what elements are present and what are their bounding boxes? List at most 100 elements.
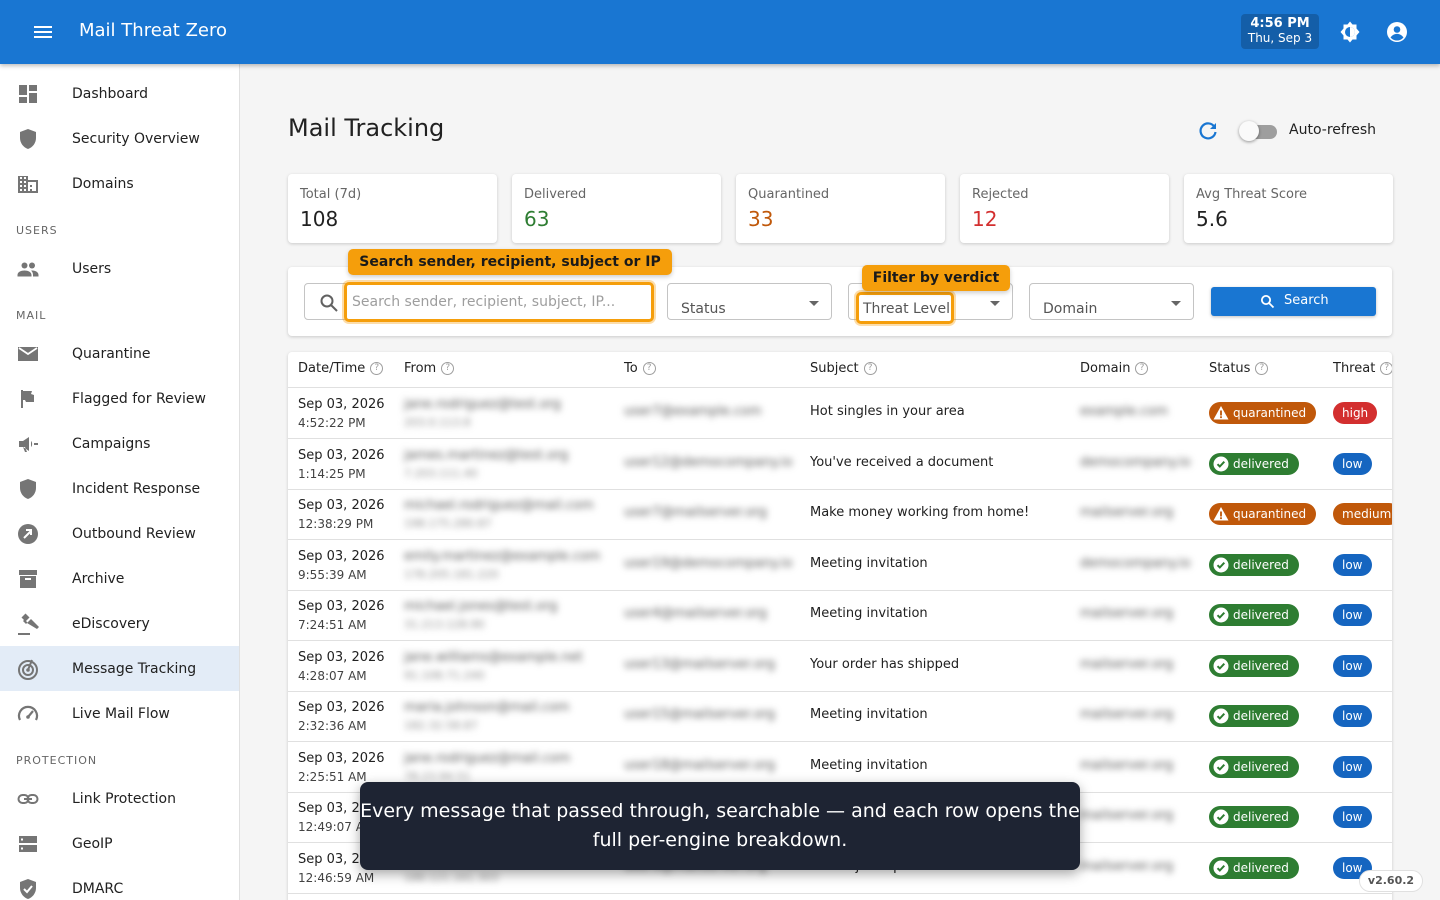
search-input[interactable] [344,282,654,322]
sidebar-item-dashboard[interactable]: Dashboard [0,71,239,116]
status-badge: delivered [1209,452,1299,475]
status-badge: delivered [1209,553,1299,576]
sidebar-item-outbound-review[interactable]: Outbound Review [0,511,239,556]
cell-datetime: Sep 03, 2026 1:14:25 PM [298,447,385,483]
column-header-to[interactable]: To? [624,361,656,376]
stat-label: Delivered [524,187,587,202]
threat-badge: high [1333,402,1378,424]
table-row[interactable]: Sep 03, 2026 4:28:07 AM jane.williams@exam… [288,641,1392,692]
sidebar-item-domains[interactable]: Domains [0,161,239,206]
status-badge-label: delivered [1233,709,1289,723]
column-header-domain[interactable]: Domain? [1080,361,1149,376]
stat-label: Total (7d) [300,187,362,202]
column-header-threat[interactable]: Threat? [1333,361,1392,376]
table-row[interactable]: Sep 03, 2026 9:55:39 AM emily.martinez@exa… [288,540,1392,591]
status-badge-label: delivered [1233,860,1289,875]
auto-refresh-toggle[interactable] [1239,120,1279,142]
cell-date: Sep 03, 2026 [298,750,385,766]
clock: 4:56 PM Thu, Sep 3 [1241,14,1319,49]
sidebar-item-label: eDiscovery [72,615,150,632]
threat-badge: low [1333,604,1372,626]
sidebar-item-flagged[interactable]: Flagged for Review [0,376,239,421]
clock-date: Thu, Sep 3 [1247,31,1313,45]
status-badge: delivered [1209,654,1299,677]
column-header-datetime[interactable]: Date/Time? [298,361,384,376]
cell-from-ip: 178.205.181.220 [404,567,499,581]
cell-subject: Meeting invitation [810,555,928,571]
gavel-icon [16,612,40,636]
status-badge-label: delivered [1233,759,1289,774]
help-icon: ? [441,362,455,375]
status-select[interactable]: Status [667,283,832,320]
sidebar-item-ediscovery[interactable]: eDiscovery [0,601,239,646]
sidebar-item-users[interactable]: Users [0,246,239,291]
stat-value: 108 [300,207,339,231]
section-label-users: USERS [16,224,58,237]
column-header-status[interactable]: Status? [1209,361,1269,376]
verified-shield-icon [16,877,40,900]
stat-card-delivered: Delivered 63 [512,174,721,243]
sidebar-item-dmarc[interactable]: DMARC [0,866,239,900]
sidebar-item-geoip[interactable]: GeoIP [0,821,239,866]
sidebar-item-live-mail-flow[interactable]: Live Mail Flow [0,691,239,736]
app-bar: Mail Threat Zero 4:56 PM Thu, Sep 3 [0,0,1440,64]
help-icon: ? [370,362,384,375]
threat-badge: low [1333,755,1372,778]
stat-label: Quarantined [748,187,830,202]
table-row[interactable]: Sep 03, 2026 4:52:22 PM jane.rodriguez@tes… [288,388,1392,439]
threat-badge: medium [1333,503,1392,525]
stat-value: 5.6 [1196,207,1228,231]
sidebar-item-label: Quarantine [72,345,151,362]
cell-to: user18@mailserver.org [624,757,776,773]
search-callout: Search sender, recipient, subject or IP [348,249,672,275]
sidebar-item-label: Live Mail Flow [72,705,170,722]
status-badge: delivered [1209,604,1299,626]
brightness-icon[interactable] [1338,20,1362,44]
check-circle-icon [1213,658,1229,673]
sidebar-item-link-protection[interactable]: Link Protection [0,776,239,821]
server-icon [16,832,40,856]
cell-domain: mailserver.org [1080,757,1174,773]
cell-from: emily.martinez@example.com 178.205.181.22… [404,548,600,584]
speedometer-icon [16,702,40,726]
table-row[interactable]: Sep 03, 2026 12:38:29 PM michael.rodriguez… [288,489,1392,540]
cell-datetime: Sep 03, 2026 4:28:07 AM [298,649,385,685]
column-header-subject[interactable]: Subject? [810,361,877,376]
sidebar-item-incident-response[interactable]: Incident Response [0,466,239,511]
status-badge-label: quarantined [1233,507,1307,521]
sidebar-item-label: Flagged for Review [72,390,206,407]
sidebar-item-security-overview[interactable]: Security Overview [0,116,239,161]
cell-from-address: maria.johnson@mail.com [404,700,570,715]
table-header: Date/Time? From? To? Subject? Domain? St… [288,352,1392,388]
search-button-label: Search [1284,293,1329,308]
menu-icon[interactable] [31,22,55,42]
cell-domain: mailserver.org [1080,808,1174,823]
sidebar-item-message-tracking[interactable]: Message Tracking [0,646,239,691]
cell-from: jane.rodriguez@test.org 203.0.113.8 [404,396,561,432]
threat-level-highlight[interactable]: Threat Level [856,292,954,324]
cell-from: jane.rodriguez@mail.com 78.23.94.51 [404,750,570,786]
cell-date: Sep 03, 2026 [298,649,385,665]
check-circle-icon [1213,860,1229,875]
cell-domain: mailserver.org [1080,858,1174,874]
table-row[interactable]: Sep 03, 2026 1:14:25 PM james.martinez@tes… [288,439,1392,490]
sidebar-item-label: Outbound Review [72,525,196,542]
shield-icon [16,477,40,501]
column-header-from[interactable]: From? [404,361,455,376]
cell-to: user7@example.com [624,404,762,419]
sidebar-item-campaigns[interactable]: Campaigns [0,421,239,466]
table-row[interactable]: Sep 03, 2026 2:32:36 AM maria.johnson@mail… [288,691,1392,742]
search-button[interactable]: Search [1211,287,1376,316]
refresh-icon[interactable] [1196,119,1220,143]
domain-select[interactable]: Domain [1029,283,1194,320]
cell-from-ip: 7.203.111.40 [404,466,478,480]
status-badge-label: delivered [1233,608,1289,622]
account-icon[interactable] [1385,20,1409,44]
sidebar-item-quarantine[interactable]: Quarantine [0,331,239,376]
table-row[interactable]: Sep 03, 2026 7:24:51 AM michael.jones@test… [288,590,1392,641]
sidebar-item-label: Campaigns [72,435,151,452]
cell-from-ip: 203.0.113.8 [404,416,471,429]
threat-badge: low [1333,452,1372,475]
sidebar-item-archive[interactable]: Archive [0,556,239,601]
cell-from-ip: 188.121.161.303 [404,870,499,884]
